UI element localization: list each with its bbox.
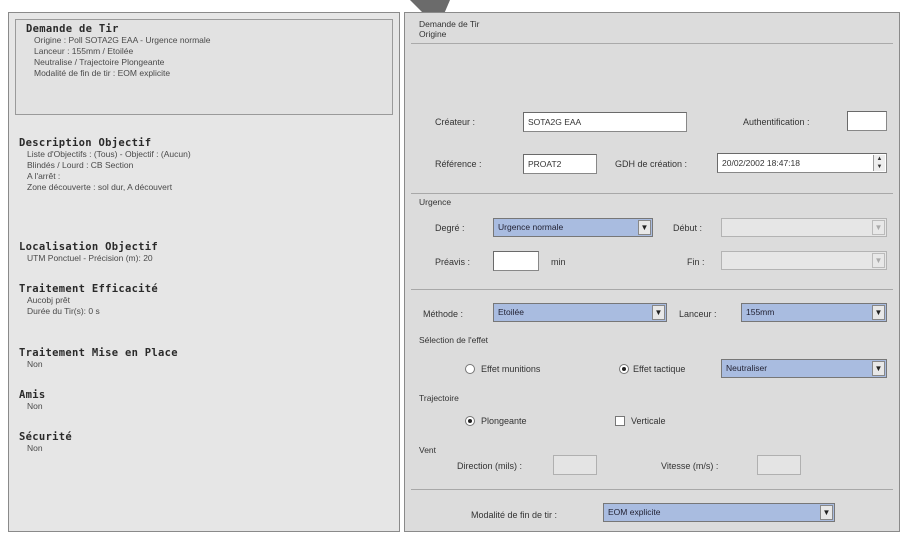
traj-plongeante-label: Plongeante xyxy=(481,416,527,426)
form-subtitle: Origine xyxy=(419,29,447,39)
lanceur-value: 155mm xyxy=(746,307,775,317)
effet-value: Neutraliser xyxy=(726,363,768,373)
createur-label: Créateur : xyxy=(435,117,476,127)
degre-value: Urgence normale xyxy=(498,222,564,232)
section-title: Traitement Efficacité xyxy=(19,283,159,295)
divider xyxy=(411,489,893,490)
createur-field[interactable]: SOTA2G EAA xyxy=(523,112,687,132)
divider xyxy=(411,43,893,44)
reference-field[interactable]: PROAT2 xyxy=(523,154,597,174)
section-line: Non xyxy=(27,401,43,411)
gdh-label: GDH de création : xyxy=(615,159,688,169)
section-line: UTM Ponctuel - Précision (m): 20 xyxy=(27,253,153,263)
summary-section-localisation: Localisation Objectif UTM Ponctuel - Pré… xyxy=(19,241,389,264)
effet-tactique-label: Effet tactique xyxy=(633,364,686,374)
vitesse-label: Vitesse (m/s) : xyxy=(661,461,719,471)
section-title: Traitement Mise en Place xyxy=(19,347,178,359)
debut-select[interactable]: ▼ xyxy=(721,218,887,237)
preavis-field[interactable] xyxy=(493,251,539,271)
divider xyxy=(411,289,893,290)
authentification-field[interactable] xyxy=(847,111,887,131)
effet-munitions-label: Effet munitions xyxy=(481,364,541,374)
fin-label: Fin : xyxy=(687,257,705,267)
modalite-value: EOM explicite xyxy=(608,507,661,517)
traj-verticale-checkbox[interactable] xyxy=(615,416,625,426)
preavis-unit: min xyxy=(551,257,566,267)
gdh-field[interactable]: 20/02/2002 18:47:18 ▲ ▼ xyxy=(717,153,887,173)
section-line: Neutralise / Trajectoire Plongeante xyxy=(34,57,165,67)
traj-verticale-label: Verticale xyxy=(631,416,666,426)
modalite-label: Modalité de fin de tir : xyxy=(471,510,558,520)
section-line: Modalité de fin de tir : EOM explicite xyxy=(34,68,171,78)
direction-field[interactable] xyxy=(553,455,597,475)
demande-form: Demande de Tir Origine Créateur : SOTA2G… xyxy=(404,12,900,532)
effet-munitions-radio[interactable] xyxy=(465,364,475,374)
vitesse-field[interactable] xyxy=(757,455,801,475)
preavis-label: Préavis : xyxy=(435,257,471,267)
summary-section-description: Description Objectif Liste d'Objectifs :… xyxy=(19,137,389,193)
degre-label: Degré : xyxy=(435,223,465,233)
urgence-group-label: Urgence xyxy=(419,197,452,207)
reference-label: Référence : xyxy=(435,159,482,169)
lanceur-select[interactable]: 155mm ▼ xyxy=(741,303,887,322)
trajectoire-group-label: Trajectoire xyxy=(419,393,459,403)
dropdown-arrow-icon[interactable]: ▼ xyxy=(872,305,885,320)
section-line: Non xyxy=(27,443,43,453)
summary-section-amis: Amis Non xyxy=(19,389,389,412)
section-line: Lanceur : 155mm / Etoilée xyxy=(34,46,134,56)
section-line: Liste d'Objectifs : (Tous) - Objectif : … xyxy=(27,149,191,159)
section-line: Blindés / Lourd : CB Section xyxy=(27,160,134,170)
summary-section-mise-en-place: Traitement Mise en Place Non xyxy=(19,347,389,370)
methode-label: Méthode : xyxy=(423,309,464,319)
form-title: Demande de Tir xyxy=(419,19,480,29)
degre-select[interactable]: Urgence normale ▼ xyxy=(493,218,653,237)
debut-label: Début : xyxy=(673,223,703,233)
section-title: Sécurité xyxy=(19,431,72,443)
section-line: Aucobj prêt xyxy=(27,295,70,305)
methode-value: Etoilée xyxy=(498,307,524,317)
gdh-value: 20/02/2002 18:47:18 xyxy=(722,158,800,168)
divider xyxy=(411,193,893,194)
methode-select[interactable]: Etoilée ▼ xyxy=(493,303,667,322)
vent-group-label: Vent xyxy=(419,445,437,455)
direction-label: Direction (mils) : xyxy=(457,461,523,471)
summary-section-efficacite: Traitement Efficacité Aucobj prêt Durée … xyxy=(19,283,389,317)
dropdown-arrow-icon[interactable]: ▼ xyxy=(820,505,833,520)
dropdown-arrow-icon[interactable]: ▼ xyxy=(652,305,665,320)
effet-group-label: Sélection de l'effet xyxy=(419,335,489,345)
fin-select[interactable]: ▼ xyxy=(721,251,887,270)
effet-tactique-radio[interactable] xyxy=(619,364,629,374)
section-title: Demande de Tir xyxy=(26,23,119,35)
effet-tactique-select[interactable]: Neutraliser ▼ xyxy=(721,359,887,378)
section-title: Description Objectif xyxy=(19,137,152,149)
dropdown-arrow-icon[interactable]: ▼ xyxy=(872,220,885,235)
section-line: Origine : Poll SOTA2G EAA - Urgence norm… xyxy=(34,35,211,45)
section-line: Zone découverte : sol dur, A découvert xyxy=(27,182,173,192)
section-title: Amis xyxy=(19,389,46,401)
section-title: Localisation Objectif xyxy=(19,241,159,253)
dropdown-arrow-icon[interactable]: ▼ xyxy=(638,220,651,235)
authentification-label: Authentification : xyxy=(743,117,810,127)
modalite-select[interactable]: EOM explicite ▼ xyxy=(603,503,835,522)
summary-section-demande: Demande de Tir Origine : Poll SOTA2G EAA… xyxy=(15,19,393,115)
summary-panel: Demande de Tir Origine : Poll SOTA2G EAA… xyxy=(8,12,400,532)
section-line: A l'arrêt : xyxy=(27,171,61,181)
spin-arrows-icon[interactable]: ▲ ▼ xyxy=(873,155,885,171)
dropdown-arrow-icon[interactable]: ▼ xyxy=(872,361,885,376)
lanceur-label: Lanceur : xyxy=(679,309,717,319)
summary-section-securite: Sécurité Non xyxy=(19,431,389,454)
section-line: Durée du Tir(s): 0 s xyxy=(27,306,100,316)
dropdown-arrow-icon[interactable]: ▼ xyxy=(872,253,885,268)
section-line: Non xyxy=(27,359,43,369)
traj-plongeante-radio[interactable] xyxy=(465,416,475,426)
form-header: Demande de Tir Origine xyxy=(419,19,479,39)
